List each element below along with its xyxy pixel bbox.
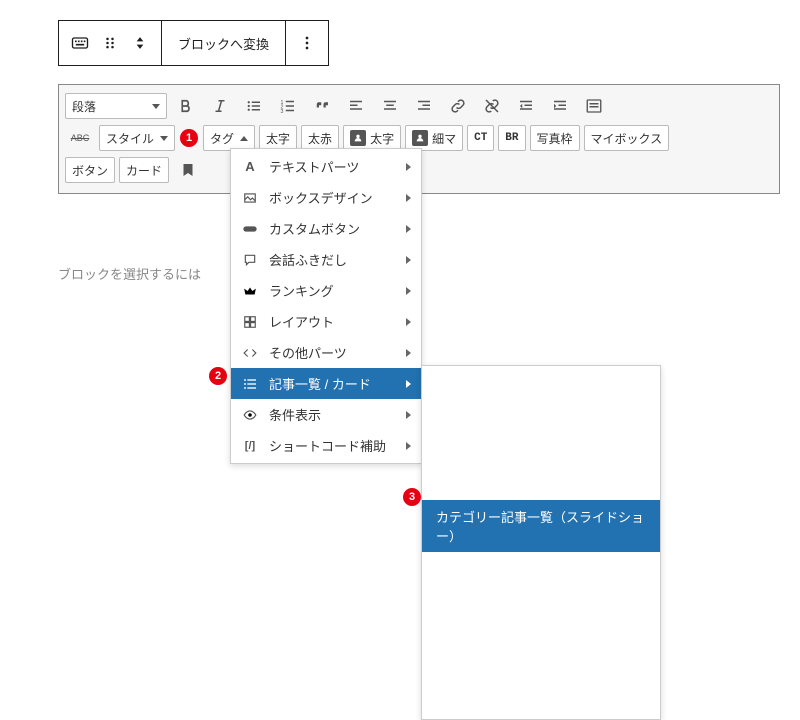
sub-tag-article-list-load[interactable]: タグ記事一覧（読込） <box>422 585 660 618</box>
sub-category-article-list[interactable]: カテゴリー記事一覧 <box>422 434 660 467</box>
sub-tag-article-list[interactable]: タグ記事一覧 <box>422 552 660 585</box>
format-select-label: 段落 <box>72 98 96 115</box>
tag-dropdown-menu: A テキストパーツ ボックスデザイン カスタムボタン 会話ふきだし ランキング … <box>230 148 422 464</box>
chevron-down-icon <box>160 136 168 141</box>
chevron-right-icon <box>406 163 411 171</box>
menu-box-design[interactable]: ボックスデザイン <box>231 182 421 213</box>
callout-3: 3 <box>403 488 421 506</box>
menu-ranking[interactable]: ランキング <box>231 275 421 306</box>
chevron-right-icon <box>406 442 411 450</box>
block-toolbar-group-1 <box>59 21 162 65</box>
bullet-list-icon[interactable] <box>239 91 269 121</box>
mybox-button[interactable]: マイボックス <box>584 125 670 151</box>
image-icon <box>241 189 259 207</box>
menu-layout[interactable]: レイアウト <box>231 306 421 337</box>
toolbar-toggle-icon[interactable] <box>579 91 609 121</box>
shortcode-icon: [/] <box>241 437 259 455</box>
more-options-icon[interactable] <box>292 25 322 61</box>
align-left-icon[interactable] <box>341 91 371 121</box>
block-toolbar-group-2: ブロックへ変換 <box>162 21 286 65</box>
block-toolbar-group-3 <box>286 21 328 65</box>
style-select[interactable]: スタイル <box>99 125 175 151</box>
toolbar-row-1: 段落 123 <box>65 91 773 121</box>
sub-recommended-article-list[interactable]: おすすめ記事一覧 <box>422 651 660 684</box>
chat-icon <box>241 251 259 269</box>
button-button[interactable]: ボタン <box>65 157 115 183</box>
sub-category-article-list-slideshow[interactable]: カテゴリー記事一覧（スライドショー） <box>422 500 660 552</box>
menu-custom-button[interactable]: カスタムボタン <box>231 213 421 244</box>
br-button[interactable]: BR <box>498 125 525 151</box>
svg-text:3: 3 <box>281 109 284 115</box>
format-select[interactable]: 段落 <box>65 93 167 119</box>
ct-button[interactable]: CT <box>467 125 494 151</box>
chevron-right-icon <box>406 318 411 326</box>
convert-block-button[interactable]: ブロックへ変換 <box>168 25 279 61</box>
sub-tag-article-list-slideshow[interactable]: タグ記事一覧（スライドショー） <box>422 618 660 651</box>
sub-article-list[interactable]: 記事一覧 <box>422 368 660 401</box>
chevron-right-icon <box>406 256 411 264</box>
menu-text-parts[interactable]: A テキストパーツ <box>231 151 421 182</box>
sub-article-list-slideshow[interactable]: 記事一覧（スライドショー） <box>422 401 660 434</box>
menu-condition-display[interactable]: 条件表示 <box>231 399 421 430</box>
indent-icon[interactable] <box>545 91 575 121</box>
menu-speech-bubble[interactable]: 会話ふきだし <box>231 244 421 275</box>
photo-frame-button[interactable]: 写真枠 <box>530 125 580 151</box>
callout-1: 1 <box>180 129 198 147</box>
bold-icon[interactable] <box>171 91 201 121</box>
block-toolbar: ブロックへ変換 <box>58 20 329 66</box>
tag-select-label: タグ <box>210 130 234 147</box>
article-list-submenu: 記事一覧 記事一覧（スライドショー） カテゴリー記事一覧 カテゴリー記事一覧（読… <box>421 365 661 720</box>
list-icon <box>241 375 259 393</box>
editor-toolbar: 段落 123 ABC スタイル 1 タグ 太字 太赤 <box>58 84 780 194</box>
chevron-right-icon <box>641 697 646 705</box>
chevron-right-icon <box>406 349 411 357</box>
person-icon <box>350 130 366 146</box>
quote-icon[interactable] <box>307 91 337 121</box>
link-icon[interactable] <box>443 91 473 121</box>
text-icon: A <box>241 158 259 176</box>
menu-shortcode-helper[interactable]: [/] ショートコード補助 <box>231 430 421 461</box>
menu-article-list-card[interactable]: 記事一覧 / カード 記事一覧 記事一覧（スライドショー） カテゴリー記事一覧 … <box>231 368 421 399</box>
chevron-up-icon <box>240 136 248 141</box>
chevron-right-icon <box>406 411 411 419</box>
drag-handle-icon[interactable] <box>95 25 125 61</box>
unlink-icon[interactable] <box>477 91 507 121</box>
style-select-label: スタイル <box>106 130 154 147</box>
crown-icon <box>241 282 259 300</box>
callout-2: 2 <box>209 367 227 385</box>
align-right-icon[interactable] <box>409 91 439 121</box>
align-center-icon[interactable] <box>375 91 405 121</box>
sub-blog-card[interactable]: ブログカード <box>422 684 660 717</box>
number-list-icon[interactable]: 123 <box>273 91 303 121</box>
chevron-right-icon <box>406 380 411 388</box>
chevron-right-icon <box>406 225 411 233</box>
clear-format-icon[interactable]: ABC <box>65 123 95 153</box>
chevron-down-icon <box>152 104 160 109</box>
italic-icon[interactable] <box>205 91 235 121</box>
eye-icon <box>241 406 259 424</box>
move-updown-icon[interactable] <box>125 25 155 61</box>
outdent-icon[interactable] <box>511 91 541 121</box>
grid-icon <box>241 313 259 331</box>
chevron-right-icon <box>406 194 411 202</box>
person-icon <box>412 130 428 146</box>
bookmark-icon[interactable] <box>173 155 203 185</box>
sub-category-article-list-load[interactable]: カテゴリー記事一覧（読込） <box>422 467 660 500</box>
card-button[interactable]: カード <box>119 157 169 183</box>
pill-icon <box>241 220 259 238</box>
code-icon <box>241 344 259 362</box>
keyboard-icon[interactable] <box>65 25 95 61</box>
chevron-right-icon <box>406 287 411 295</box>
menu-other-parts[interactable]: その他パーツ <box>231 337 421 368</box>
